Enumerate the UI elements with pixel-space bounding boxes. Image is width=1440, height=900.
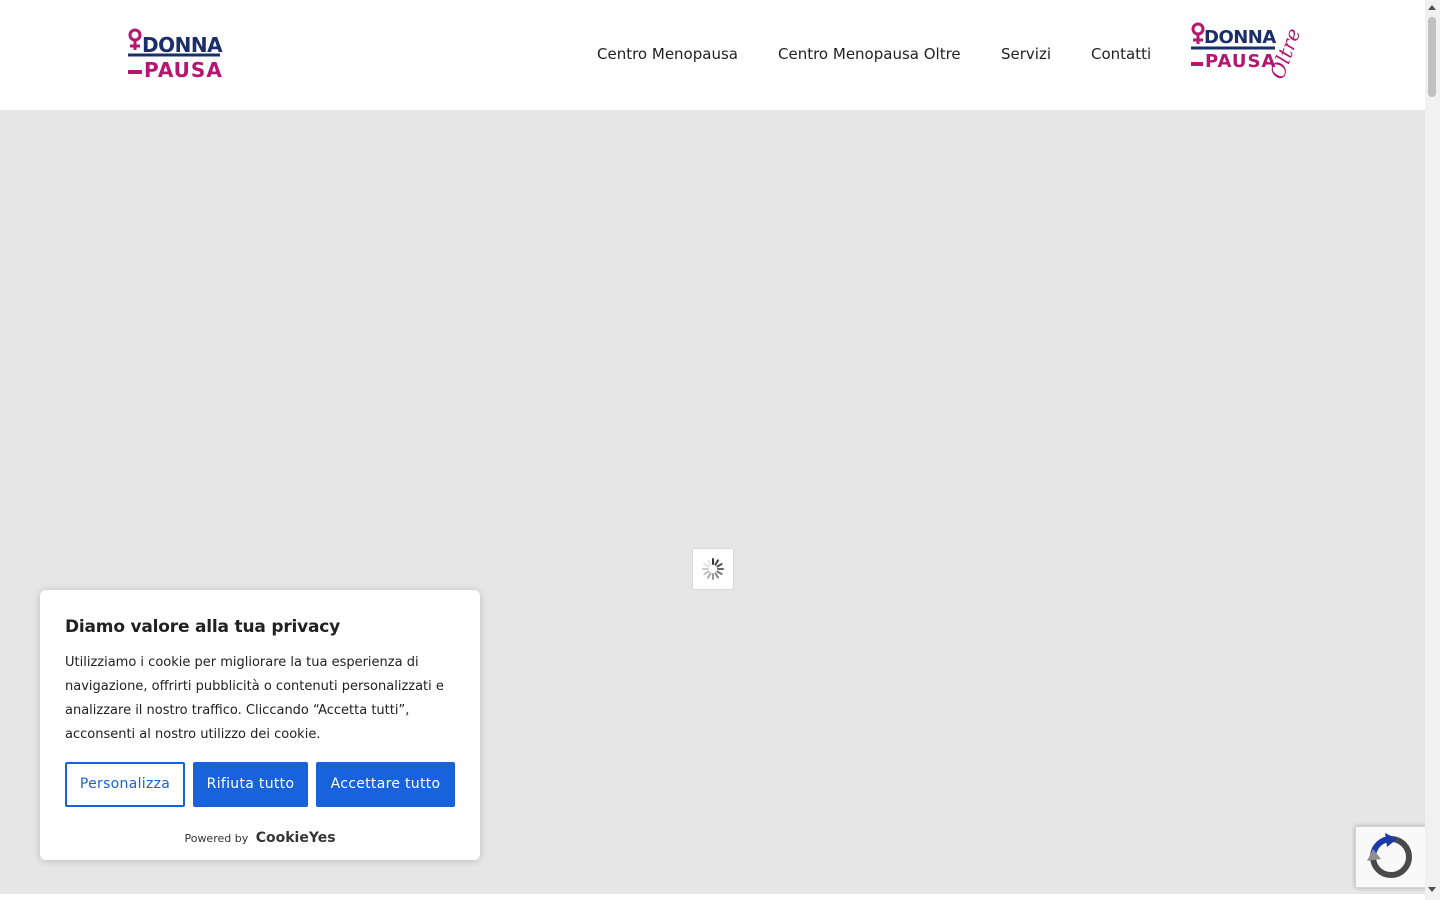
scrollbar-thumb[interactable] (1428, 17, 1436, 97)
scroll-down-arrow-icon[interactable] (1428, 887, 1436, 892)
page-bottom-edge (0, 894, 1425, 900)
nav-servizi[interactable]: Servizi (1001, 45, 1051, 63)
nav-contatti[interactable]: Contatti (1091, 45, 1151, 63)
cookie-description: Utilizziamo i cookie per migliorare la t… (65, 655, 444, 742)
recaptcha-icon (1367, 833, 1412, 878)
logo-text-pausa: PAUSA (144, 58, 223, 82)
nav-centro-menopausa[interactable]: Centro Menopausa (597, 45, 738, 63)
nav-centro-menopausa-oltre[interactable]: Centro Menopausa Oltre (778, 45, 961, 63)
site-header: DONNA PAUSA Centro Menopausa Centro Meno… (0, 0, 1425, 110)
cookie-title: Diamo valore alla tua privacy (65, 617, 341, 637)
cookie-consent-banner: Diamo valore alla tua privacy Utilizziam… (40, 590, 480, 860)
donnapausa-oltre-logo[interactable]: DONNA PAUSA Oltre (1191, 22, 1305, 82)
donnapausa-logo[interactable]: DONNA PAUSA (128, 28, 223, 82)
reject-all-button[interactable]: Rifiuta tutto (193, 762, 308, 807)
scroll-up-arrow-icon[interactable] (1428, 5, 1436, 10)
vertical-scrollbar[interactable] (1425, 0, 1440, 900)
logo-oltre-text-donna: DONNA (1204, 27, 1276, 48)
cookieyes-logo[interactable]: CookieYes (256, 830, 336, 846)
accept-all-button[interactable]: Accettare tutto (316, 762, 455, 807)
powered-by: Powered by CookieYes (40, 830, 480, 846)
spinner-icon (702, 558, 724, 580)
loading-indicator (693, 549, 733, 589)
customize-button[interactable]: Personalizza (65, 762, 185, 807)
powered-by-label: Powered by (184, 832, 249, 845)
logo-text-donna: DONNA (142, 33, 223, 57)
